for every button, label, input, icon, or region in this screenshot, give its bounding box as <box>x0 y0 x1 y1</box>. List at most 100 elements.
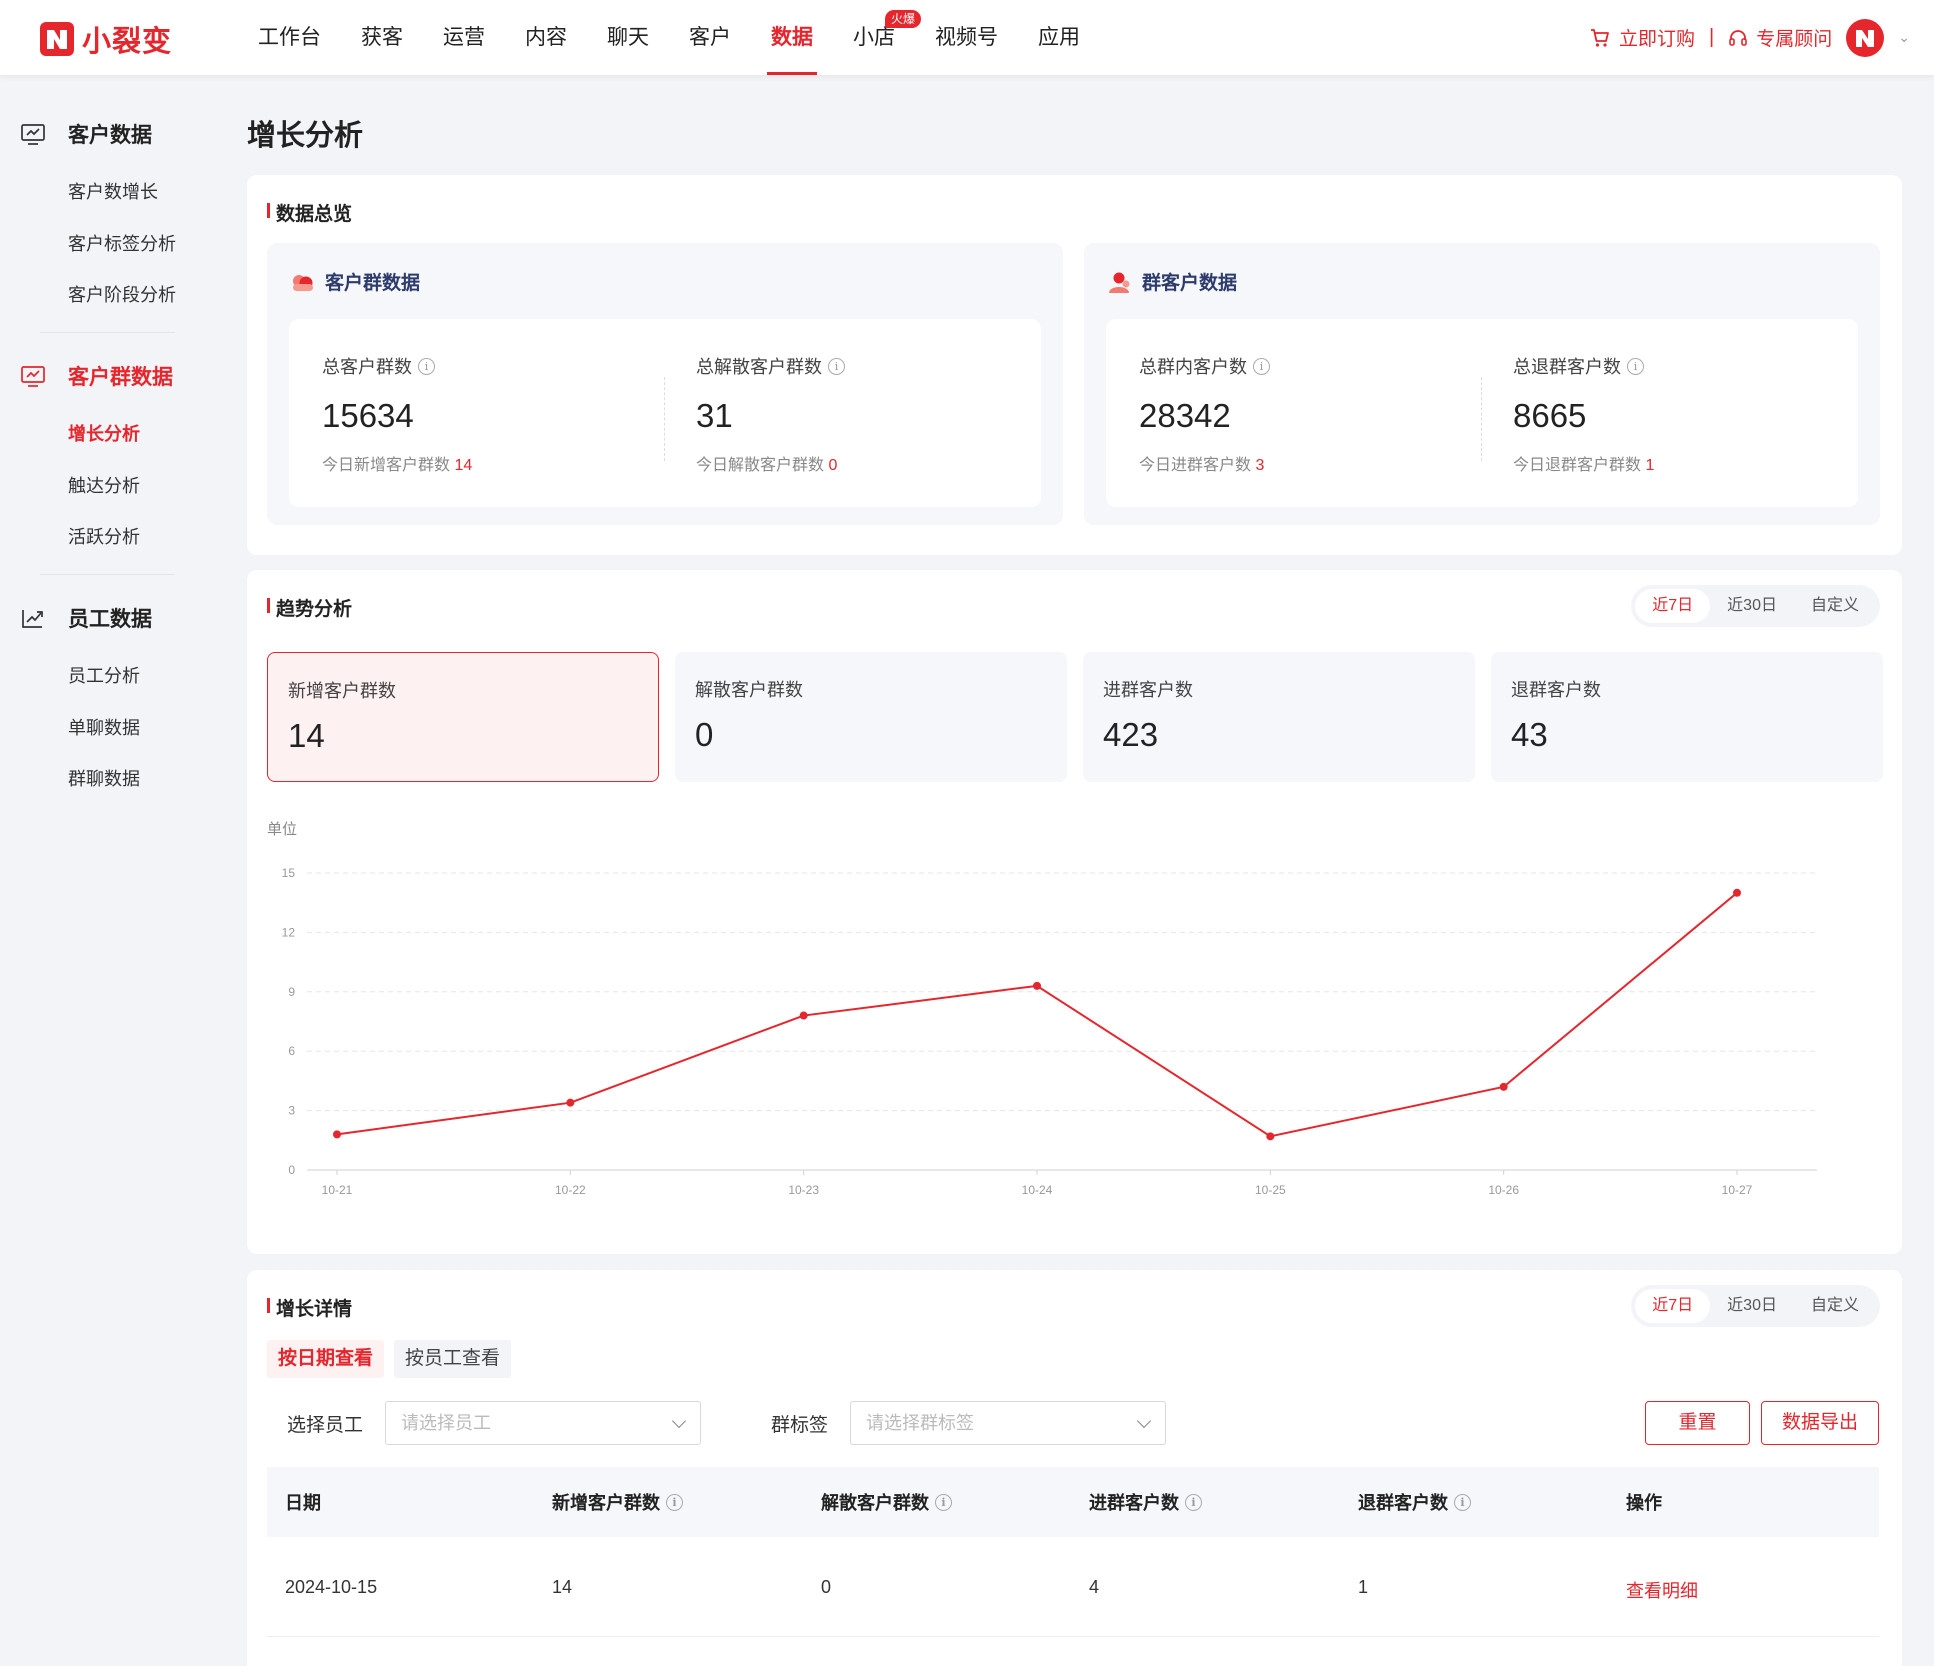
info-icon[interactable]: i <box>828 357 845 375</box>
stat-label-text: 总群内客户数 <box>1139 357 1247 377</box>
group-data-panel: 客户群数据 总客户群数 i 15634 今日新增客户群数 14 总解散客户群数 i … <box>267 243 1063 525</box>
range-custom[interactable]: 自定义 <box>1794 1289 1876 1323</box>
sidebar-item-single-chat-data[interactable]: 单聊数据 <box>68 714 140 740</box>
sidebar-item-group-chat-data[interactable]: 群聊数据 <box>68 765 140 791</box>
sidebar: 客户数据 客户数增长 客户标签分析 客户阶段分析 客户群数据 增长分析 触达分析… <box>0 75 215 1666</box>
chevron-down-icon <box>671 1413 687 1429</box>
stat-label-text: 总退群客户数 <box>1513 357 1621 377</box>
stat-label: 总客户群数 i <box>322 353 472 379</box>
order-now-link[interactable]: 立即订购 <box>1589 24 1695 51</box>
column-label: 退群客户数 <box>1358 1493 1448 1513</box>
stat-label-text: 总客户群数 <box>322 357 412 377</box>
stat-sub-label: 今日新增客户群数 <box>322 457 451 474</box>
data-point <box>1033 981 1041 990</box>
x-tick-label: 10-25 <box>1255 1183 1286 1197</box>
nav-item-shop[interactable]: 小店 火爆 <box>833 0 921 75</box>
nav-label: 客户 <box>689 26 731 49</box>
stat-sub-value: 3 <box>1255 457 1265 474</box>
sidebar-group-group-data[interactable]: 客户群数据 <box>20 361 173 391</box>
tab-by-date[interactable]: 按日期查看 <box>267 1340 385 1378</box>
nav-label: 获客 <box>361 26 403 49</box>
cell-left: 1 <box>1358 1577 1369 1597</box>
nav-item-data[interactable]: 数据 <box>751 0 833 75</box>
sidebar-group-staff-data[interactable]: 员工数据 <box>20 603 152 633</box>
info-icon[interactable]: i <box>418 357 435 375</box>
range-7d[interactable]: 近7日 <box>1635 1289 1711 1323</box>
sidebar-group-label: 客户数据 <box>68 124 152 147</box>
nav-item-acquire[interactable]: 获客 <box>341 0 423 75</box>
chevron-down-icon <box>1136 1413 1152 1429</box>
range-30d[interactable]: 近30日 <box>1710 1289 1794 1323</box>
info-icon[interactable]: i <box>935 1493 952 1511</box>
tab-by-staff[interactable]: 按员工查看 <box>394 1340 512 1378</box>
group-tag-select-placeholder: 请选择群标签 <box>866 1413 974 1433</box>
nav-label: 数据 <box>771 26 813 49</box>
data-point <box>566 1098 575 1107</box>
column-header-left: 退群客户数 i <box>1358 1489 1471 1515</box>
sidebar-item-customer-growth[interactable]: 客户数增长 <box>68 178 158 204</box>
staff-select[interactable]: 请选择员工 <box>385 1401 701 1445</box>
group-tag-select[interactable]: 请选择群标签 <box>850 1401 1166 1445</box>
table-header: 日期 新增客户群数 i 解散客户群数 i 进群客户数 i 退群客户数 i 操作 <box>267 1467 1879 1537</box>
column-header-dissolved: 解散客户群数 i <box>821 1489 952 1515</box>
consultant-link[interactable]: 专属顾问 <box>1728 24 1832 51</box>
divider <box>1481 377 1482 461</box>
info-icon[interactable]: i <box>1185 1493 1202 1511</box>
y-tick-label: 12 <box>282 925 296 939</box>
panel-stats: 总群内客户数 i 28342 今日进群客户数 3 总退群客户数 i 8665 今日退… <box>1106 319 1858 507</box>
info-icon[interactable]: i <box>666 1493 683 1511</box>
nav-item-content[interactable]: 内容 <box>505 0 587 75</box>
column-label: 进群客户数 <box>1089 1493 1179 1513</box>
sidebar-item-customer-stage-analysis[interactable]: 客户阶段分析 <box>68 281 176 307</box>
export-button[interactable]: 数据导出 <box>1761 1401 1879 1445</box>
nav-label: 内容 <box>525 26 567 49</box>
staff-select-placeholder: 请选择员工 <box>401 1413 491 1433</box>
nav-item-chat[interactable]: 聊天 <box>587 0 669 75</box>
staff-filter-label: 选择员工 <box>287 1415 364 1436</box>
info-icon[interactable]: i <box>1253 357 1270 375</box>
chevron-down-icon[interactable]: ⌄ <box>1898 29 1910 46</box>
data-point <box>1733 888 1741 897</box>
top-navigation-bar: 小裂变 工作台 获客 运营 内容 聊天 客户 数据 小店 火爆 视频号 应用 立即… <box>0 0 1934 75</box>
data-point <box>333 1130 341 1139</box>
stat-value: 8665 <box>1513 397 1587 434</box>
nav-label: 视频号 <box>935 26 998 49</box>
stat-sub-value: 1 <box>1645 457 1655 474</box>
main-nav: 工作台 获客 运营 内容 聊天 客户 数据 小店 火爆 视频号 应用 <box>238 0 1100 75</box>
sidebar-item-growth-analysis[interactable]: 增长分析 <box>68 420 140 446</box>
x-tick-label: 10-26 <box>1488 1183 1519 1197</box>
sidebar-group-customer-data[interactable]: 客户数据 <box>20 119 152 149</box>
nav-item-video[interactable]: 视频号 <box>915 0 1018 75</box>
y-tick-label: 15 <box>282 866 296 880</box>
nav-item-operate[interactable]: 运营 <box>423 0 505 75</box>
stat-label: 总退群客户数 i <box>1513 353 1654 379</box>
column-header-new-groups: 新增客户群数 i <box>552 1489 683 1515</box>
y-tick-label: 3 <box>288 1104 295 1118</box>
top-right-actions: 立即订购 | 专属顾问 ⌄ <box>1589 0 1910 75</box>
sidebar-item-customer-tag-analysis[interactable]: 客户标签分析 <box>68 230 176 256</box>
stat-total-dissolved-groups: 总解散客户群数 i 31 今日解散客户群数 0 <box>696 353 845 475</box>
view-details-link[interactable]: 查看明细 <box>1626 1577 1698 1603</box>
sidebar-item-activity-analysis[interactable]: 活跃分析 <box>68 523 140 549</box>
column-label: 解散客户群数 <box>821 1493 929 1513</box>
page-title: 增长分析 <box>247 120 364 152</box>
nav-item-customer[interactable]: 客户 <box>669 0 751 75</box>
stat-sub-value: 0 <box>828 457 838 474</box>
data-point <box>1266 1132 1275 1141</box>
sidebar-group-label: 客户群数据 <box>68 366 173 389</box>
nav-item-workbench[interactable]: 工作台 <box>238 0 341 75</box>
nav-item-apps[interactable]: 应用 <box>1018 0 1100 75</box>
x-tick-label: 10-24 <box>1022 1183 1053 1197</box>
info-icon[interactable]: i <box>1454 1493 1471 1511</box>
user-avatar[interactable] <box>1846 18 1885 57</box>
reset-button[interactable]: 重置 <box>1645 1401 1750 1445</box>
chart-up-icon <box>22 610 43 628</box>
divider: | <box>1709 26 1715 48</box>
x-tick-label: 10-27 <box>1722 1183 1753 1197</box>
sidebar-item-reach-analysis[interactable]: 触达分析 <box>68 472 140 498</box>
stat-value: 28342 <box>1139 397 1231 434</box>
info-icon[interactable]: i <box>1627 357 1644 375</box>
sidebar-item-staff-analysis[interactable]: 员工分析 <box>68 662 140 688</box>
data-point <box>1499 1082 1508 1091</box>
brand-logo[interactable]: 小裂变 <box>40 18 172 60</box>
